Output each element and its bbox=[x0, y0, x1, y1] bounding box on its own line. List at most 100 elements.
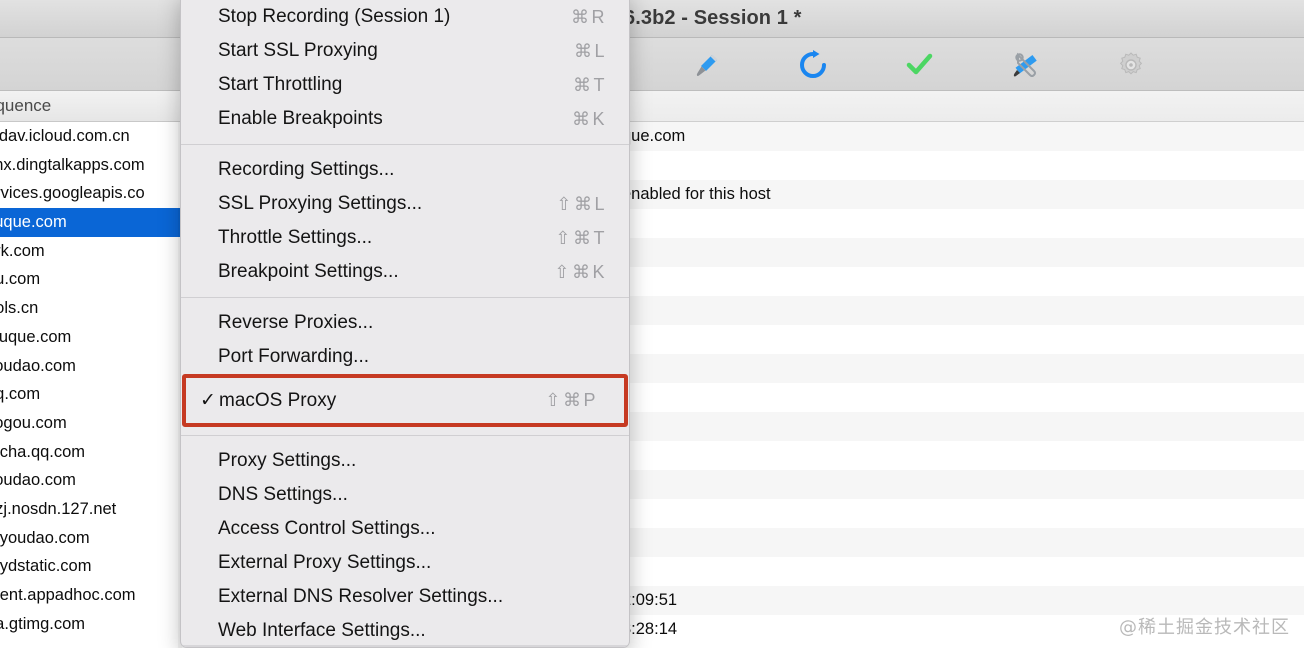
menu-item[interactable]: Breakpoint Settings... ⇧⌘K bbox=[181, 255, 629, 289]
detail-row[interactable] bbox=[630, 383, 1304, 412]
host-list-item[interactable]: n.youdao.com bbox=[0, 524, 182, 553]
host-list-item-label: qq.com bbox=[0, 385, 41, 404]
menu-item[interactable]: Enable Breakpoints ⌘K bbox=[181, 102, 629, 136]
detail-row[interactable] bbox=[630, 209, 1304, 238]
menu-separator bbox=[181, 297, 629, 298]
host-list-item[interactable]: qq.com bbox=[0, 380, 182, 409]
detail-row-cell: enabled for this host bbox=[630, 185, 771, 203]
tools-icon[interactable] bbox=[1008, 48, 1042, 82]
host-list-item[interactable]: d.ydstatic.com bbox=[0, 552, 182, 581]
menu-item[interactable]: Recording Settings... bbox=[181, 153, 629, 187]
host-list-item[interactable]: .yuque.com bbox=[0, 323, 182, 352]
detail-pane: que.com enabled for this host 2:09:51 3:28:… bbox=[630, 91, 1304, 648]
menu-item[interactable]: Port Forwarding... bbox=[181, 340, 629, 374]
host-list-item-label: ment.appadhoc.com bbox=[0, 586, 136, 604]
menu-item[interactable]: Reverse Proxies... bbox=[181, 306, 629, 340]
menu-item-label: External DNS Resolver Settings... bbox=[218, 586, 504, 607]
menu-item[interactable]: DNS Settings... bbox=[181, 478, 629, 512]
host-list-item-label: d.ydstatic.com bbox=[0, 557, 92, 576]
detail-row[interactable] bbox=[630, 499, 1304, 528]
toolbar-icon-group bbox=[690, 38, 1148, 91]
host-list-item-label: .yuque.com bbox=[0, 327, 72, 346]
menu-item[interactable]: Proxy Settings... bbox=[181, 444, 629, 478]
host-list-item[interactable]: yuque.com bbox=[0, 208, 182, 237]
menu-item-macos-proxy[interactable]: ✓ macOS Proxy ⇧⌘P bbox=[182, 374, 628, 427]
detail-row-list[interactable]: que.com enabled for this host 2:09:51 3:28:… bbox=[630, 122, 1304, 644]
detail-row[interactable] bbox=[630, 325, 1304, 354]
menu-item[interactable]: Access Control Settings... bbox=[181, 512, 629, 546]
host-list-item[interactable]: ozj.nosdn.127.net bbox=[0, 495, 182, 524]
menu-item-shortcut: ⇧⌘P bbox=[545, 390, 598, 410]
host-list-item-label: ou.com bbox=[0, 270, 41, 289]
host-list-item-label: yuque.com bbox=[0, 213, 67, 232]
host-list-item[interactable]: otcha.qq.com bbox=[0, 438, 182, 467]
menu-item-label: Breakpoint Settings... bbox=[218, 261, 399, 282]
gear-icon[interactable] bbox=[1114, 48, 1148, 82]
menu-item-label: macOS Proxy bbox=[219, 389, 337, 411]
menu-item[interactable]: External Proxy Settings... bbox=[181, 546, 629, 580]
host-list-item[interactable]: ervices.googleapis.co bbox=[0, 179, 182, 208]
menu-item-shortcut: ⌘R bbox=[571, 6, 607, 27]
host-list-item-label: youdao.com bbox=[0, 471, 76, 490]
detail-row[interactable] bbox=[630, 296, 1304, 325]
menu-item[interactable]: Start Throttling ⌘T bbox=[181, 68, 629, 102]
host-list-item[interactable]: youdao.com bbox=[0, 466, 182, 495]
menu-item[interactable]: Stop Recording (Session 1) ⌘R bbox=[181, 0, 629, 34]
menu-item[interactable]: Start SSL Proxying ⌘L bbox=[181, 34, 629, 68]
menu-item-label: External Proxy Settings... bbox=[218, 552, 432, 573]
detail-row[interactable]: 2:09:51 bbox=[630, 586, 1304, 615]
menu-item-shortcut: ⌘T bbox=[573, 74, 607, 95]
detail-column-header[interactable] bbox=[630, 91, 1304, 122]
proxy-dropdown-menu[interactable]: Stop Recording (Session 1) ⌘R Start SSL Pr… bbox=[180, 0, 630, 648]
app-window: 6.3b2 - Session 1 * quence aldav.icloud.… bbox=[0, 0, 1304, 648]
host-list-item-label: aldav.icloud.com.cn bbox=[0, 127, 130, 145]
host-list-item[interactable]: shx.dingtalkapps.com bbox=[0, 151, 182, 180]
broom-icon[interactable] bbox=[690, 48, 724, 82]
host-list-item[interactable]: ools.cn bbox=[0, 294, 182, 323]
menu-item-label: Enable Breakpoints bbox=[218, 108, 383, 129]
menu-item[interactable]: Web Interface Settings... bbox=[181, 614, 629, 647]
menu-separator bbox=[181, 144, 629, 145]
detail-row[interactable] bbox=[630, 441, 1304, 470]
host-list-item[interactable]: youdao.com bbox=[0, 352, 182, 381]
menu-item-shortcut: ⇧⌘K bbox=[554, 261, 607, 282]
menu-item[interactable]: Throttle Settings... ⇧⌘T bbox=[181, 221, 629, 255]
detail-row[interactable] bbox=[630, 412, 1304, 441]
host-list-item-label: na.gtimg.com bbox=[0, 614, 86, 633]
host-list-item[interactable]: aldav.icloud.com.cn bbox=[0, 122, 182, 151]
host-list-item-label: ark.com bbox=[0, 241, 45, 260]
host-list[interactable]: aldav.icloud.com.cn shx.dingtalkapps.com e… bbox=[0, 122, 182, 648]
detail-row[interactable]: enabled for this host bbox=[630, 180, 1304, 209]
sequence-column-header-label: equence bbox=[0, 96, 52, 115]
host-list-item-label: ools.cn bbox=[0, 299, 39, 318]
detail-row[interactable] bbox=[630, 528, 1304, 557]
host-list-item[interactable]: sogou.com bbox=[0, 409, 182, 438]
detail-row-cell: 3:28:14 bbox=[630, 620, 678, 638]
host-list-item[interactable]: na.gtimg.com bbox=[0, 610, 182, 639]
host-list-item[interactable]: ou.com bbox=[0, 265, 182, 294]
menu-item-label: Port Forwarding... bbox=[218, 346, 369, 367]
sequence-pane: equence aldav.icloud.com.cn shx.dingtalka… bbox=[0, 91, 182, 648]
host-list-item[interactable]: ment.appadhoc.com bbox=[0, 581, 182, 610]
detail-row[interactable] bbox=[630, 470, 1304, 499]
menu-item-label: Throttle Settings... bbox=[218, 227, 373, 248]
host-list-item[interactable]: ark.com bbox=[0, 237, 182, 266]
detail-row-cell: que.com bbox=[630, 127, 686, 145]
host-list-item-label: n.youdao.com bbox=[0, 528, 90, 547]
refresh-icon[interactable] bbox=[796, 48, 830, 82]
detail-row[interactable] bbox=[630, 238, 1304, 267]
detail-row[interactable] bbox=[630, 557, 1304, 586]
menu-item[interactable]: SSL Proxying Settings... ⇧⌘L bbox=[181, 187, 629, 221]
detail-row[interactable] bbox=[630, 267, 1304, 296]
detail-row[interactable] bbox=[630, 151, 1304, 180]
host-list-item-label: ozj.nosdn.127.net bbox=[0, 499, 117, 518]
sequence-column-header[interactable]: equence bbox=[0, 91, 182, 122]
host-list-item-label: youdao.com bbox=[0, 356, 76, 375]
detail-row[interactable]: que.com bbox=[630, 122, 1304, 151]
detail-row[interactable] bbox=[630, 354, 1304, 383]
detail-row-cell: 2:09:51 bbox=[630, 591, 678, 609]
checkmark-icon[interactable] bbox=[902, 48, 936, 82]
menu-item-label: Proxy Settings... bbox=[218, 450, 357, 471]
menu-item[interactable]: External DNS Resolver Settings... bbox=[181, 580, 629, 614]
host-list-item-label: ervices.googleapis.co bbox=[0, 184, 145, 203]
